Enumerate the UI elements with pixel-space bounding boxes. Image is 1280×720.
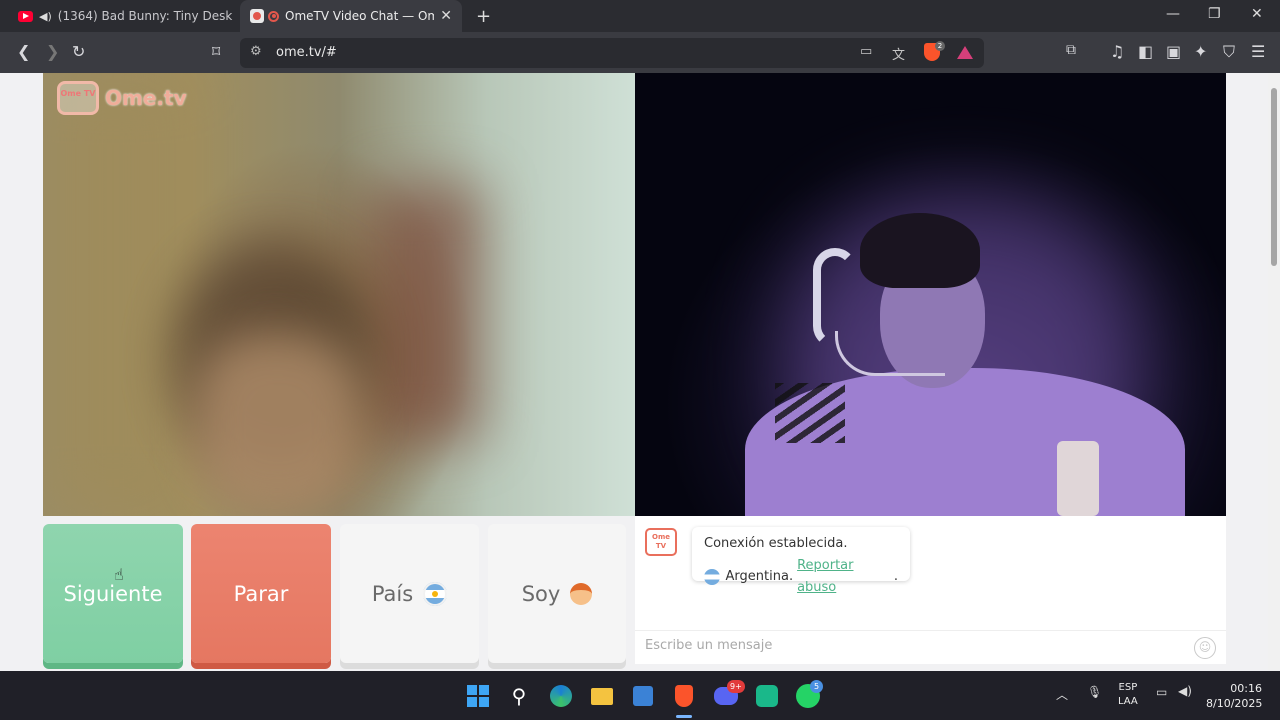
twitch-icon[interactable] bbox=[754, 683, 780, 709]
system-clock[interactable]: 00:16 8/10/2025 bbox=[1206, 681, 1262, 711]
screenshot-icon[interactable]: ⧉ bbox=[1066, 42, 1076, 58]
minimize-icon[interactable]: — bbox=[1166, 6, 1180, 22]
close-tab-icon[interactable]: ✕ bbox=[440, 8, 452, 24]
maximize-icon[interactable]: ❐ bbox=[1208, 6, 1221, 22]
show-hidden-icons-icon[interactable]: ︿ bbox=[1056, 686, 1068, 703]
argentina-flag-icon bbox=[704, 569, 720, 585]
reload-icon[interactable]: ↻ bbox=[72, 42, 85, 61]
site-settings-icon[interactable]: ⚙ bbox=[250, 44, 262, 59]
gender-button[interactable]: Soy bbox=[488, 524, 626, 663]
file-explorer-icon[interactable] bbox=[589, 683, 615, 709]
cast-icon[interactable]: ▭ bbox=[860, 44, 872, 59]
message-input-bar: ☺ bbox=[635, 630, 1226, 664]
active-app-indicator bbox=[676, 715, 692, 718]
forward-icon[interactable]: ❯ bbox=[46, 42, 59, 61]
recording-icon bbox=[268, 10, 279, 22]
url-text[interactable]: ome.tv/# bbox=[276, 45, 337, 60]
gender-label: Soy bbox=[521, 581, 561, 606]
browser-tab-bar: ◀) (1364) Bad Bunny: Tiny Desk Con OmeTV… bbox=[0, 0, 1280, 32]
shields-count-badge: 2 bbox=[935, 41, 945, 51]
ometv-favicon-icon bbox=[250, 9, 264, 23]
next-label: Siguiente bbox=[63, 581, 163, 606]
windows-taskbar: ⚲ 9+ 5 ︿ 🎙 ESP LAA ▭ ◀) 00:16 8/10/2025 bbox=[0, 671, 1280, 720]
country-button[interactable]: País bbox=[340, 524, 479, 663]
ometv-logo-icon: Ome TV bbox=[57, 81, 99, 115]
argentina-flag-icon bbox=[423, 581, 448, 606]
address-bar[interactable]: ⚙ ome.tv/# ▭ 文 2 bbox=[240, 38, 984, 68]
leo-ai-icon[interactable]: ✦ bbox=[1194, 42, 1207, 61]
speaker-icon[interactable]: ◀) bbox=[39, 10, 52, 23]
remote-video: Ome TV Ome.tv bbox=[43, 73, 635, 516]
youtube-icon bbox=[18, 10, 33, 22]
windows-start-icon[interactable] bbox=[465, 683, 491, 709]
close-window-icon[interactable]: ✕ bbox=[1251, 6, 1263, 22]
brave-rewards-icon[interactable] bbox=[957, 46, 973, 59]
tab-title: (1364) Bad Bunny: Tiny Desk Con bbox=[57, 9, 236, 23]
partner-country: Argentina. bbox=[725, 569, 794, 584]
new-tab-icon[interactable]: + bbox=[476, 6, 491, 27]
sidebar-icon[interactable]: ◧ bbox=[1138, 42, 1153, 61]
message-input[interactable] bbox=[645, 638, 1165, 653]
ometv-logo: Ome TV Ome.tv bbox=[57, 81, 187, 115]
tab-ometv[interactable]: OmeTV Video Chat — Omegl ✕ bbox=[240, 0, 462, 32]
emoji-icon[interactable]: ☺ bbox=[1194, 637, 1216, 659]
report-abuse-link[interactable]: Reportar abuso bbox=[797, 555, 894, 599]
wallet-icon[interactable]: ▣ bbox=[1166, 42, 1181, 61]
hand-cursor-icon: ☝ bbox=[114, 565, 124, 584]
browser-toolbar: ❮ ❯ ↻ ⌑ ⚙ ome.tv/# ▭ 文 2 ⧉ ♫ ◧ ▣ ✦ ⛉ ☰ bbox=[0, 32, 1280, 73]
brave-taskbar-icon[interactable] bbox=[671, 683, 697, 709]
whatsapp-badge: 5 bbox=[810, 680, 824, 693]
next-button[interactable]: Siguiente bbox=[43, 524, 183, 663]
discord-badge: 9+ bbox=[727, 680, 745, 693]
bookmark-icon[interactable]: ⌑ bbox=[212, 42, 220, 61]
scrollbar-thumb[interactable] bbox=[1271, 88, 1277, 266]
page-scrollbar[interactable] bbox=[1268, 73, 1280, 671]
logo-text: Ome.tv bbox=[105, 86, 187, 110]
translate-icon[interactable]: 文 bbox=[892, 44, 905, 63]
stop-label: Parar bbox=[233, 581, 289, 606]
local-video bbox=[635, 73, 1226, 516]
edge-icon[interactable] bbox=[548, 683, 574, 709]
connection-status: Conexión establecida. bbox=[704, 536, 848, 551]
search-icon[interactable]: ⚲ bbox=[506, 683, 532, 709]
ometv-page: Ome TV Ome.tv Siguiente Parar País Soy ☝… bbox=[0, 73, 1268, 671]
microphone-icon[interactable]: 🎙 bbox=[1087, 685, 1102, 699]
boy-emoji-icon bbox=[570, 582, 593, 605]
media-icon[interactable]: ♫ bbox=[1110, 42, 1124, 61]
country-label: País bbox=[371, 581, 414, 606]
tab-youtube[interactable]: ◀) (1364) Bad Bunny: Tiny Desk Con bbox=[8, 0, 236, 32]
system-message: Conexión establecida. Argentina. Reporta… bbox=[692, 527, 910, 595]
tab-title: OmeTV Video Chat — Omegl bbox=[285, 9, 435, 23]
stop-button[interactable]: Parar bbox=[191, 524, 331, 663]
ometv-avatar-icon: Ome TV bbox=[645, 528, 677, 556]
network-icon[interactable]: ▭ bbox=[1156, 685, 1167, 699]
language-indicator[interactable]: ESP LAA bbox=[1118, 681, 1138, 709]
vpn-shield-icon[interactable]: ⛉ bbox=[1223, 42, 1235, 62]
back-icon[interactable]: ❮ bbox=[17, 42, 30, 61]
volume-icon[interactable]: ◀) bbox=[1178, 684, 1192, 698]
menu-icon[interactable]: ☰ bbox=[1251, 42, 1265, 61]
microsoft-store-icon[interactable] bbox=[630, 683, 656, 709]
